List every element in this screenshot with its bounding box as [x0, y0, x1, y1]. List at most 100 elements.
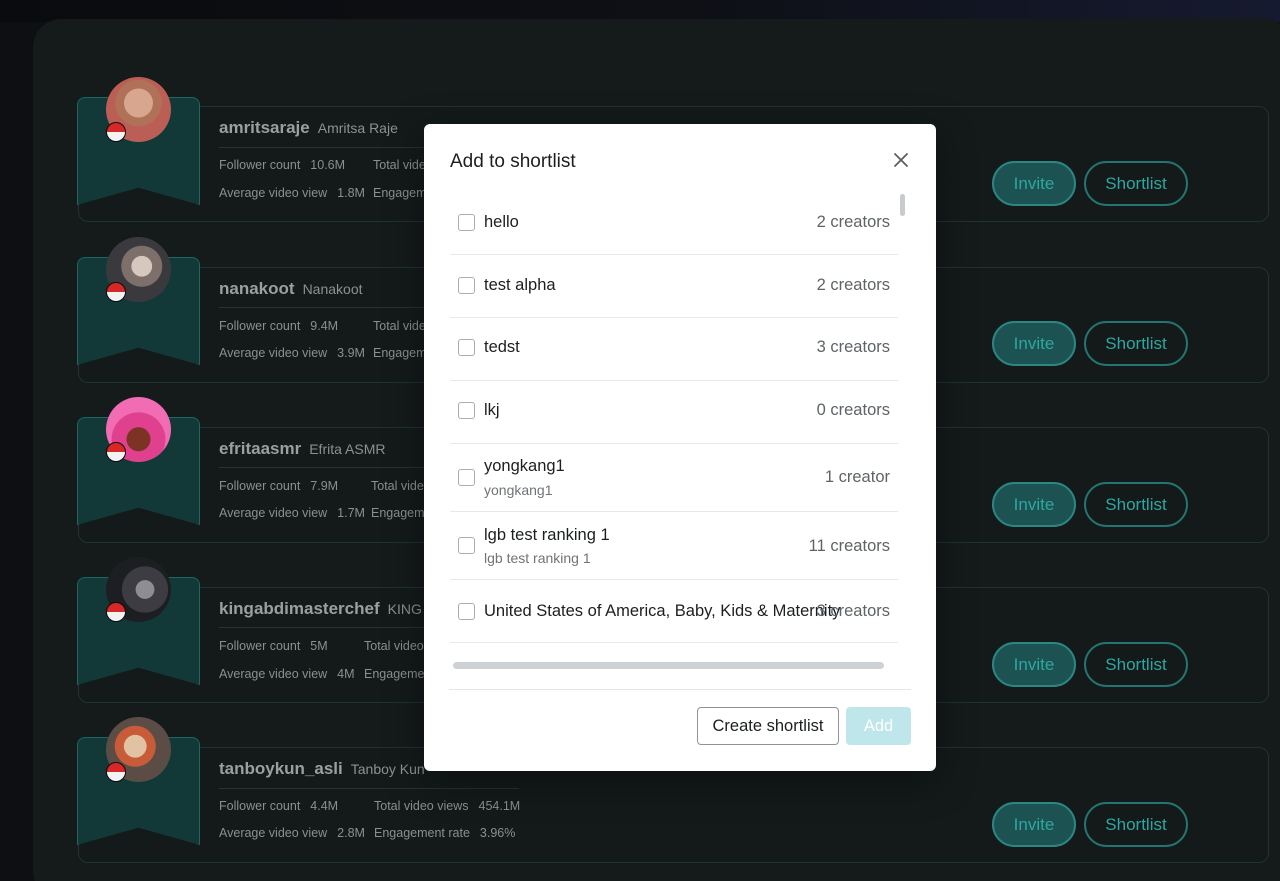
follower-value: 10.6M: [310, 158, 346, 172]
create-shortlist-button[interactable]: Create shortlist: [697, 707, 839, 745]
creator-name-row: efritaasmr Efrita ASMR: [219, 439, 385, 459]
creator-real-name: Tanboy Kun: [350, 761, 425, 777]
creator-name-row: tanboykun_asli Tanboy Kun: [219, 759, 425, 779]
follower-value: 5M: [310, 639, 328, 653]
avg-view-label: Average video view: [219, 667, 328, 681]
add-to-shortlist-modal: Add to shortlist hello 2 creators test a…: [424, 124, 936, 771]
follower-value: 9.4M: [310, 319, 339, 333]
list-item[interactable]: lkj 0 creators: [450, 381, 898, 444]
invite-button[interactable]: Invite: [992, 642, 1076, 687]
shortlist-name: test alpha: [484, 276, 556, 294]
shortlist-count: 3 creators: [816, 602, 890, 620]
shortlist-count: 1 creator: [824, 468, 890, 486]
follower-stat: Follower count 10.6M: [219, 158, 345, 172]
total-views-label: Total video: [364, 639, 424, 653]
modal-title: Add to shortlist: [450, 151, 576, 172]
total-views-label: Total vide: [373, 319, 426, 333]
follower-label: Follower count: [219, 479, 301, 493]
total-views-label: Total vide: [371, 479, 424, 493]
country-flag-icon: [106, 762, 126, 782]
avg-view-value: 2.8M: [337, 826, 365, 840]
shortlist-checkbox[interactable]: [458, 277, 475, 294]
avg-view-value: 3.9M: [337, 346, 365, 360]
shortlist-count: 11 creators: [808, 537, 890, 555]
shortlist-button[interactable]: Shortlist: [1084, 642, 1188, 687]
shortlist-name: hello: [484, 213, 519, 231]
engagement-stat: Engagem: [373, 346, 427, 360]
shortlist-count: 3 creators: [816, 338, 890, 356]
shortlist-checkbox[interactable]: [458, 214, 475, 231]
shortlist-button[interactable]: Shortlist: [1084, 482, 1188, 527]
country-flag-icon: [106, 442, 126, 462]
add-button[interactable]: Add: [846, 707, 911, 745]
creator-name-row: amritsaraje Amritsa Raje: [219, 118, 398, 138]
list-item[interactable]: United States of America, Baby, Kids & M…: [450, 580, 898, 643]
follower-value: 4.4M: [310, 799, 339, 813]
shortlist-checkbox[interactable]: [458, 537, 475, 554]
shortlist-description: yongkang1: [484, 482, 553, 498]
shortlist-button[interactable]: Shortlist: [1084, 321, 1188, 366]
shortlist-name: United States of America, Baby, Kids & M…: [484, 602, 841, 620]
total-views-stat: Total vide: [371, 479, 424, 493]
creator-real-name: Amritsa Raje: [317, 120, 398, 136]
list-item[interactable]: hello 2 creators: [450, 192, 898, 255]
creator-handle[interactable]: efritaasmr: [219, 439, 301, 459]
engagement-label: Engageme: [371, 506, 432, 520]
shortlist-button[interactable]: Shortlist: [1084, 802, 1188, 847]
follower-stat: Follower count 9.4M: [219, 319, 338, 333]
follower-label: Follower count: [219, 319, 301, 333]
total-views-stat: Total vide: [373, 158, 426, 172]
list-item[interactable]: test alpha 2 creators: [450, 255, 898, 318]
total-views-stat: Total video views 454.1M: [374, 799, 520, 813]
shortlist-count: 2 creators: [816, 276, 890, 294]
creator-name-row: nanakoot Nanakoot: [219, 279, 363, 299]
vertical-scrollbar[interactable]: [900, 194, 905, 216]
shortlist-checkbox[interactable]: [458, 402, 475, 419]
follower-label: Follower count: [219, 639, 301, 653]
creator-handle[interactable]: tanboykun_asli: [219, 759, 343, 779]
avg-view-stat: Average video view 1.7M: [219, 506, 365, 520]
engagement-stat: Engagement rate 3.96%: [374, 826, 515, 840]
country-flag-icon: [106, 282, 126, 302]
total-views-label: Total video views: [374, 799, 469, 813]
creator-real-name: Efrita ASMR: [309, 441, 386, 457]
invite-button[interactable]: Invite: [992, 161, 1076, 206]
country-flag-icon: [106, 122, 126, 142]
list-item[interactable]: lgb test ranking 1 lgb test ranking 1 11…: [450, 512, 898, 580]
avg-view-label: Average video view: [219, 346, 328, 360]
avg-view-value: 4M: [337, 667, 355, 681]
avg-view-value: 1.7M: [337, 506, 365, 520]
list-item[interactable]: yongkang1 yongkang1 1 creator: [450, 444, 898, 512]
follower-label: Follower count: [219, 158, 301, 172]
creator-handle[interactable]: amritsaraje: [219, 118, 310, 138]
total-views-label: Total vide: [373, 158, 426, 172]
avg-view-stat: Average video view 3.9M: [219, 346, 365, 360]
shortlist-count: 0 creators: [816, 401, 890, 419]
shortlist-button[interactable]: Shortlist: [1084, 161, 1188, 206]
shortlist-name: lgb test ranking 1: [484, 526, 610, 544]
list-item[interactable]: tedst 3 creators: [450, 318, 898, 381]
total-views-value: 454.1M: [478, 799, 521, 813]
creator-handle[interactable]: kingabdimasterchef: [219, 599, 380, 619]
engagement-stat: Engageme: [371, 506, 431, 520]
shortlist-count: 2 creators: [816, 213, 890, 231]
engagement-stat: Engageme: [364, 667, 424, 681]
creator-name-row: kingabdimasterchef KING A: [219, 599, 434, 619]
creator-real-name: Nanakoot: [302, 281, 363, 297]
shortlist-name: yongkang1: [484, 457, 565, 475]
creator-handle[interactable]: nanakoot: [219, 279, 295, 299]
country-flag-icon: [106, 602, 126, 622]
engagement-value: 3.96%: [479, 826, 516, 840]
horizontal-scrollbar[interactable]: [453, 662, 884, 669]
shortlist-checkbox[interactable]: [458, 469, 475, 486]
shortlist-name: tedst: [484, 338, 520, 356]
shortlist-checkbox[interactable]: [458, 603, 475, 620]
invite-button[interactable]: Invite: [992, 802, 1076, 847]
shortlist-checkbox[interactable]: [458, 339, 475, 356]
close-icon[interactable]: [892, 151, 910, 169]
avg-view-label: Average video view: [219, 186, 328, 200]
engagement-label: Engageme: [364, 667, 425, 681]
invite-button[interactable]: Invite: [992, 482, 1076, 527]
invite-button[interactable]: Invite: [992, 321, 1076, 366]
shortlist-list[interactable]: hello 2 creators test alpha 2 creators t…: [450, 192, 898, 712]
